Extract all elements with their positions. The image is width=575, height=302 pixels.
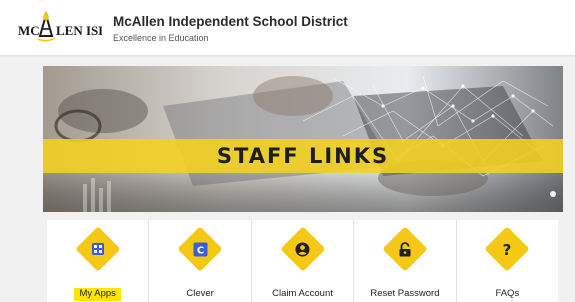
- district-tagline: Excellence in Education: [113, 33, 209, 43]
- tile-label-text: Clever: [186, 288, 214, 299]
- tile-label: Reset Password: [354, 288, 455, 299]
- header-divider: [0, 55, 575, 58]
- quick-links-row: My Apps C Clever Claim Account Reset Pas…: [47, 220, 558, 302]
- mcallen-isd-logo[interactable]: MC LEN ISD: [18, 9, 102, 47]
- svg-text:MC: MC: [18, 23, 40, 38]
- svg-text:C: C: [196, 245, 203, 256]
- site-header: MC LEN ISD McAllen Independent School Di…: [0, 0, 575, 58]
- banner-title: STAFF LINKS: [217, 144, 389, 168]
- svg-text:?: ?: [503, 241, 512, 257]
- tile-faqs[interactable]: ? FAQs: [457, 220, 558, 302]
- tile-my-apps[interactable]: My Apps: [47, 220, 150, 302]
- tile-label-text: My Apps: [74, 288, 121, 301]
- staff-links-banner: STAFF LINKS: [43, 66, 563, 212]
- my-apps-icon: [87, 238, 109, 260]
- tile-label-text: Claim Account: [272, 288, 333, 299]
- tile-label: My Apps: [47, 288, 148, 301]
- question-icon: ?: [496, 238, 518, 260]
- svg-text:LEN ISD: LEN ISD: [56, 23, 102, 38]
- lock-icon: [394, 238, 416, 260]
- tile-label: Clever: [149, 288, 250, 299]
- tile-label-text: FAQs: [495, 288, 520, 299]
- district-name: McAllen Independent School District: [113, 14, 348, 29]
- tile-label: Claim Account: [252, 288, 353, 299]
- clever-icon: C: [189, 238, 211, 260]
- tile-reset-password[interactable]: Reset Password: [354, 220, 457, 302]
- tile-clever[interactable]: C Clever: [149, 220, 252, 302]
- user-circle-icon: [292, 238, 314, 260]
- tile-claim-account[interactable]: Claim Account: [252, 220, 355, 302]
- tile-label: FAQs: [457, 288, 558, 299]
- tile-label-text: Reset Password: [370, 288, 440, 299]
- banner-photo: STAFF LINKS: [43, 66, 563, 212]
